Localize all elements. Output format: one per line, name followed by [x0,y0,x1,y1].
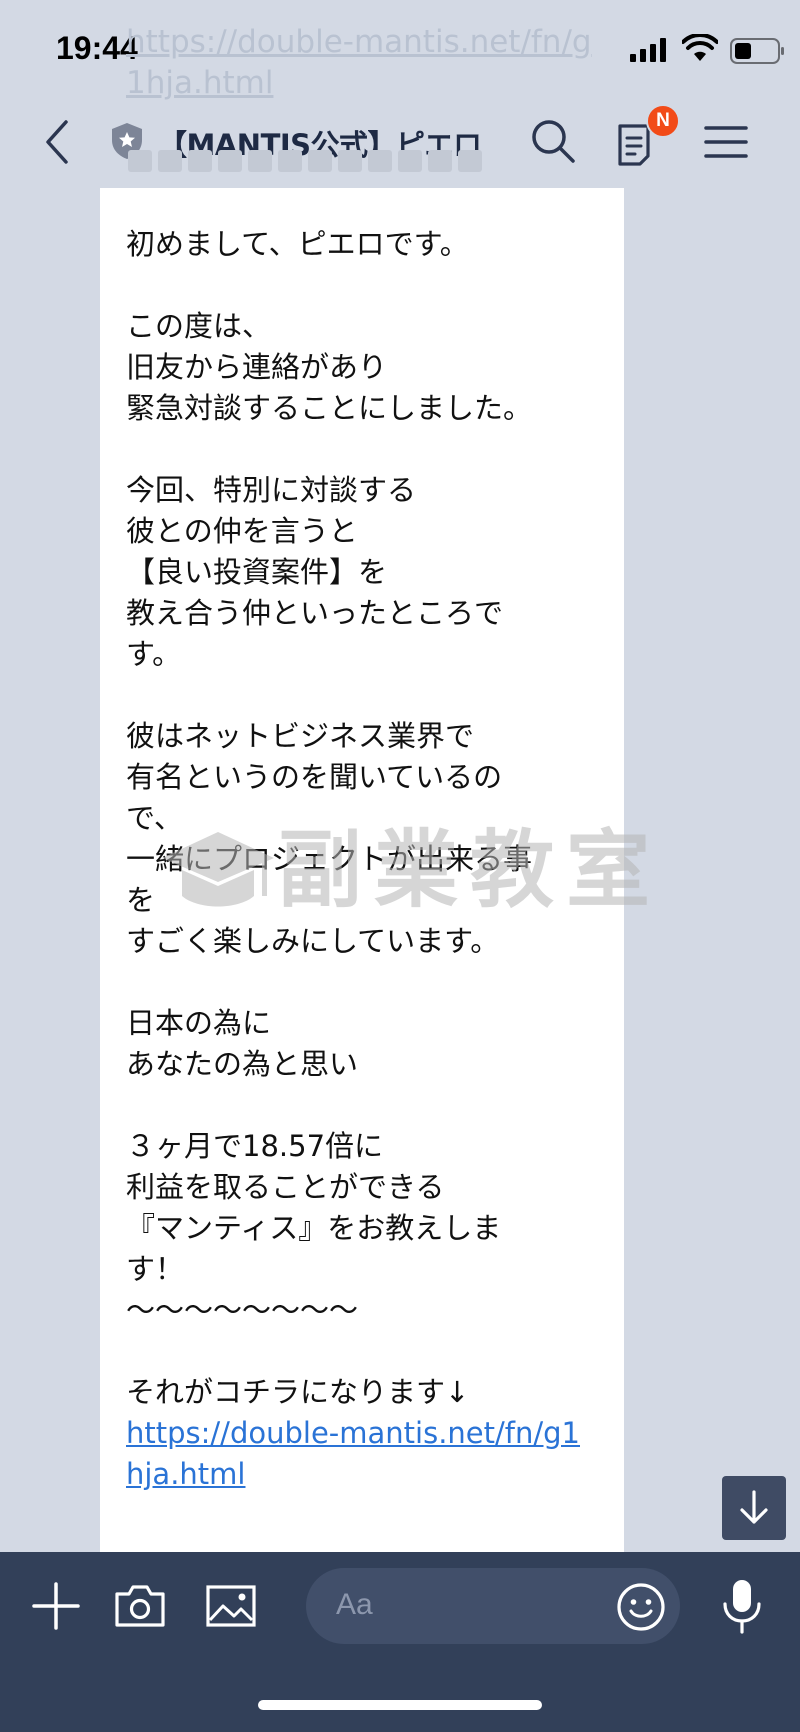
image-icon[interactable] [206,1584,256,1628]
camera-icon[interactable] [114,1584,166,1628]
chat-header: 【MANTIS公式】ピエロ N [0,100,800,190]
message-link[interactable]: https://double-mantis.net/fn/g1hja.html [126,1413,598,1495]
message-text: 初めまして、ピエロです。 この度は、 旧友から連絡があり 緊急対談することにしま… [126,227,533,1409]
scroll-down-button[interactable] [722,1476,786,1540]
plus-icon[interactable] [32,1582,80,1630]
emoji-icon[interactable] [616,1582,666,1632]
signal-icon [630,38,666,62]
notification-badge: N [646,104,680,138]
message-input-placeholder: Aa [336,1588,373,1621]
chevron-down-icon [740,1490,768,1524]
wifi-icon [682,34,718,61]
ghost-link-text: https://double-mantis.net/fn/g1hja.html [126,24,592,101]
microphone-icon[interactable] [720,1578,764,1636]
status-bar: 19:44 https://double-mantis.net/fn/g1hja… [0,0,800,101]
message-bubble: 初めまして、ピエロです。 この度は、 旧友から連絡があり 緊急対談することにしま… [100,188,624,1552]
back-arrow-icon[interactable] [40,118,76,166]
home-indicator [258,1700,542,1710]
menu-icon[interactable] [704,124,748,160]
search-icon[interactable] [530,118,576,164]
title-blur [128,150,482,174]
message-input[interactable]: Aa [306,1568,680,1644]
battery-icon [730,38,784,64]
